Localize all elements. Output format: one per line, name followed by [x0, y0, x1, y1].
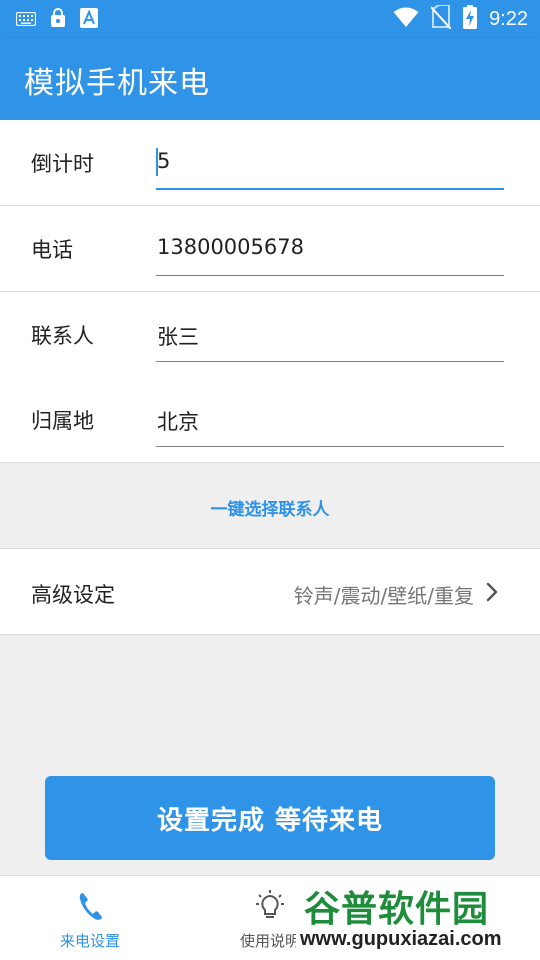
battery-charging-icon — [463, 5, 478, 33]
location-input[interactable]: 北京 — [156, 397, 504, 447]
countdown-label: 倒计时 — [31, 152, 94, 176]
status-bar-right: 9:22 — [393, 4, 528, 33]
advanced-settings-summary: 铃声/震动/壁纸/重复 — [293, 584, 474, 608]
watermark-title: 谷普软件园 — [304, 889, 490, 930]
lock-app-icon — [50, 8, 66, 32]
countdown-value: 5 — [157, 149, 171, 173]
contact-name-input[interactable]: 张三 — [156, 312, 504, 362]
phone-input[interactable]: 13800005678 — [156, 226, 504, 276]
location-value: 北京 — [157, 410, 199, 434]
watermark-url: www.gupuxiazai.com — [300, 928, 502, 950]
phone-value: 13800005678 — [157, 235, 304, 259]
chevron-right-icon — [486, 582, 498, 606]
location-row: 归属地 北京 — [0, 377, 540, 463]
nav-item-call-settings[interactable]: 来电设置 — [0, 876, 180, 960]
countdown-input[interactable]: 5 — [156, 140, 504, 190]
pick-contact-button[interactable]: 一键选择联系人 — [0, 495, 540, 520]
keyboard-icon — [15, 11, 37, 30]
page-title: 模拟手机来电 — [24, 66, 210, 101]
countdown-row: 倒计时 5 — [0, 120, 540, 206]
phone-label: 电话 — [31, 238, 73, 262]
contact-value: 张三 — [157, 325, 199, 349]
no-sim-icon — [430, 4, 452, 33]
advanced-settings-row[interactable]: 高级设定 铃声/震动/壁纸/重复 — [0, 549, 540, 635]
app-bar: 模拟手机来电 — [0, 38, 540, 120]
phone-row: 电话 13800005678 — [0, 206, 540, 292]
location-label: 归属地 — [31, 409, 94, 433]
advanced-settings-label: 高级设定 — [31, 583, 115, 607]
status-bar: 9:22 — [0, 0, 540, 38]
font-app-icon — [80, 8, 98, 32]
status-time: 9:22 — [489, 7, 528, 30]
wifi-icon — [393, 6, 419, 32]
status-bar-left — [15, 8, 98, 32]
watermark: 谷普软件园 www.gupuxiazai.com — [296, 876, 540, 960]
contact-row: 联系人 张三 — [0, 292, 540, 378]
contact-label: 联系人 — [31, 324, 94, 348]
pick-contact-row: 一键选择联系人 — [0, 463, 540, 549]
phone-icon — [75, 890, 105, 922]
lightbulb-icon — [255, 890, 285, 922]
finish-setup-button[interactable]: 设置完成 等待来电 — [45, 776, 495, 860]
nav-label-call-settings: 来电设置 — [59, 932, 120, 950]
